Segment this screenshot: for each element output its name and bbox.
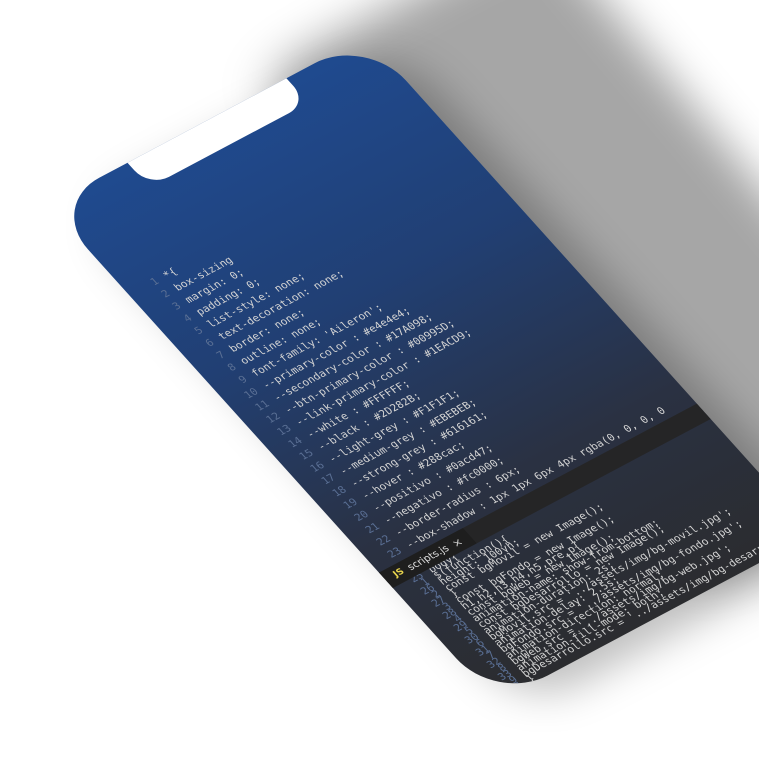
code-text: line-height: 3rem; [557,659,667,703]
close-icon[interactable]: × [449,535,466,549]
stage: 1 *{2 box-sizing 3 margin: 0; 4 padding: 0;… [0,0,759,772]
line-number: 11 [513,693,551,703]
phone-notch [126,76,309,188]
line-number: 36 [519,699,557,702]
code-text: h1{ [535,679,561,698]
js-file-icon: JS [391,567,407,580]
